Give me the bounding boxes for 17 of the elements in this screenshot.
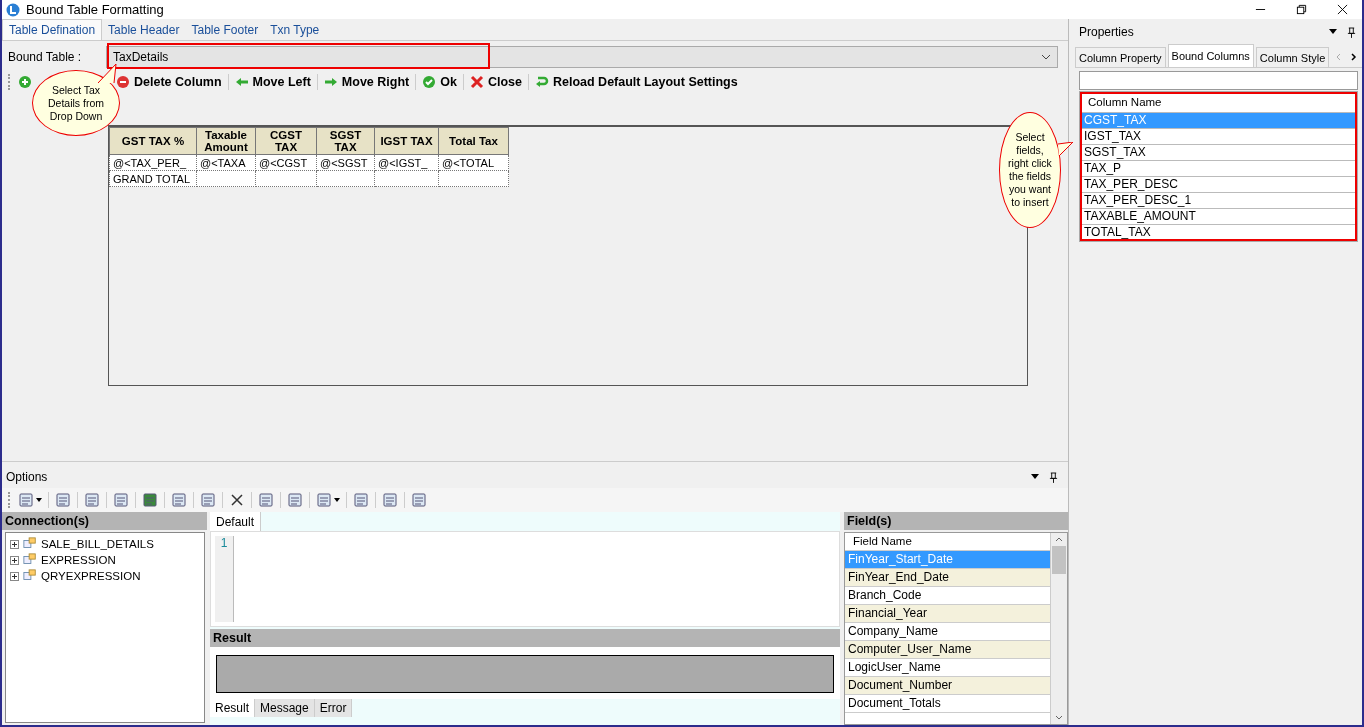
table-cell: @<IGST_ [378, 156, 428, 169]
callout-bubble: Select fields, right click the fields you want to insert [999, 112, 1061, 228]
line-number: 1 [220, 536, 228, 550]
table-cell: @<TAXA [200, 156, 246, 169]
window-title: Bound Table Formatting [26, 2, 164, 17]
panel-title: Options [6, 470, 48, 484]
callout-bubble: Select Tax Details from Drop Down [32, 70, 120, 136]
section-header: Connection(s) [2, 512, 207, 530]
table-cell: @<TOTAL [442, 156, 495, 169]
table-cell: @<SGST [320, 156, 368, 169]
panel-title: Properties [1079, 25, 1134, 39]
table-cell: @<TAX_PER_ [113, 156, 187, 169]
section-header: Field(s) [844, 512, 1068, 530]
section-header: Result [210, 629, 840, 647]
table-cell: GRAND TOTAL [113, 172, 191, 185]
table-cell: @<CGST [259, 156, 308, 169]
field-label: Bound Table : [8, 50, 83, 64]
